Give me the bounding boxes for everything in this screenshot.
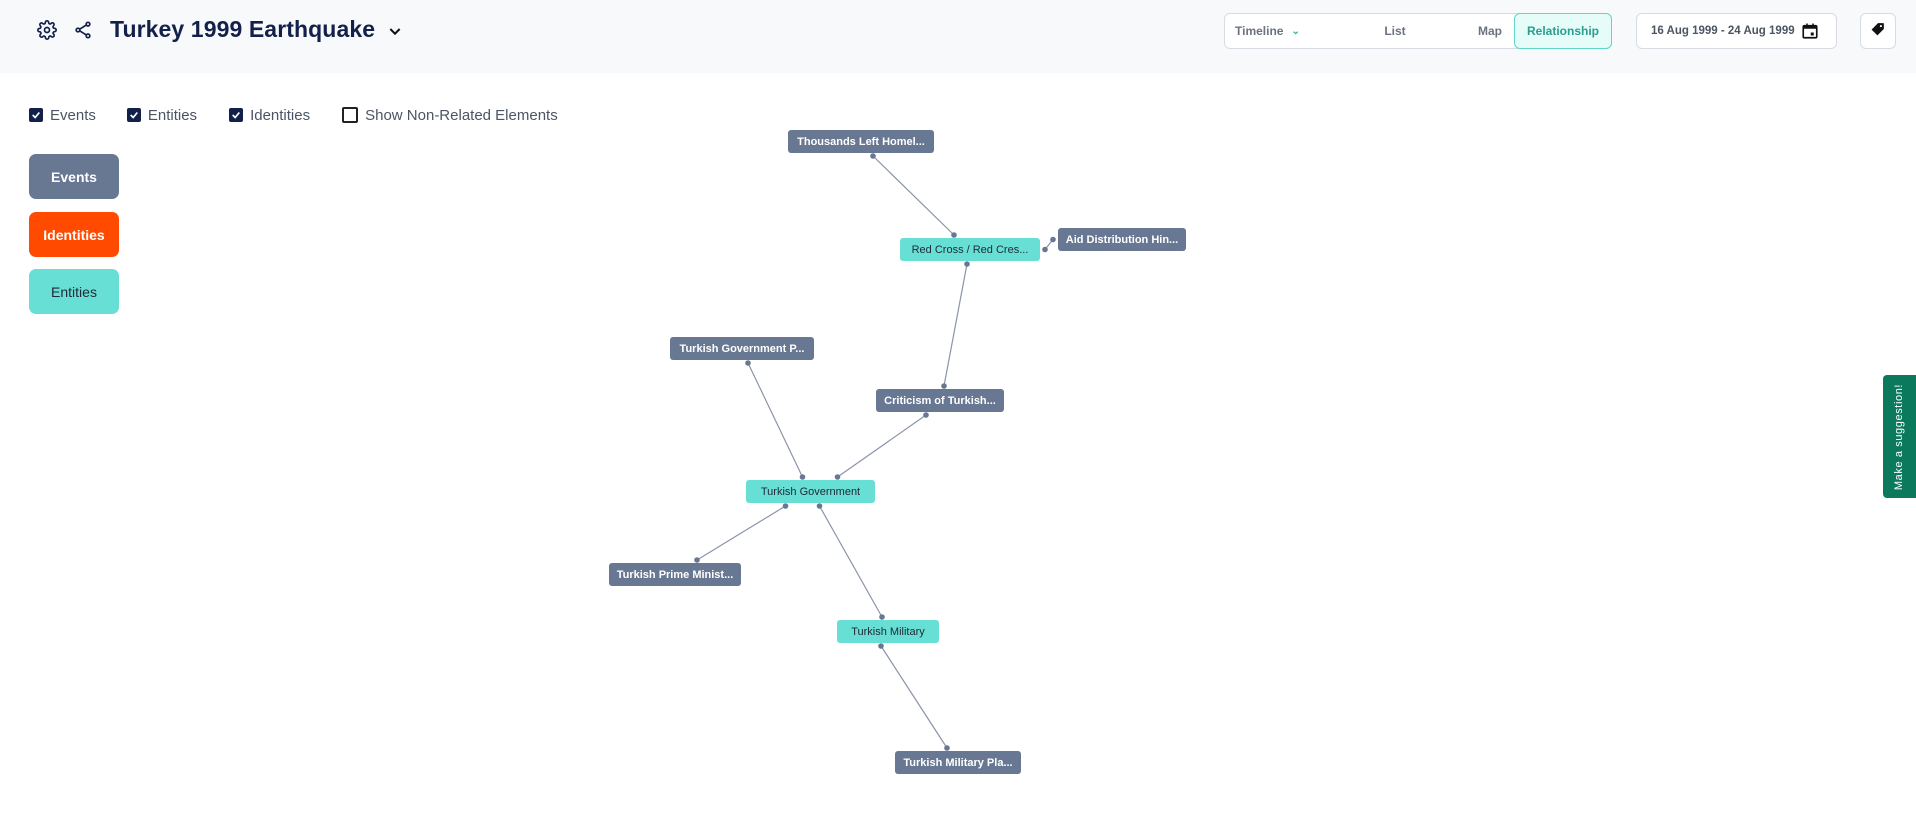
node-label: Red Cross / Red Cres... [911, 243, 1029, 256]
suggestion-label: Make a suggestion! [1893, 383, 1906, 490]
share-icon[interactable] [72, 19, 94, 41]
filter-label: Entities [147, 106, 198, 124]
tab-timeline[interactable]: Timeline ⌄ [1225, 14, 1325, 48]
checkbox-checked-icon[interactable] [229, 108, 244, 122]
filter-bar: Events Entities Identities Show Non-Rela… [29, 104, 590, 126]
page-title: Turkey 1999 Earthquake [110, 16, 376, 42]
node-label: Thousands Left Homel... [797, 135, 925, 148]
tag-button[interactable] [1860, 13, 1896, 49]
graph-node-event[interactable]: Turkish Government P... [670, 337, 814, 360]
edge-handle[interactable] [879, 614, 885, 620]
graph-node-event[interactable]: Thousands Left Homel... [788, 130, 934, 153]
chevron-down-icon: ⌄ [1291, 25, 1300, 37]
filter-label: Identities [250, 106, 311, 124]
filter-events[interactable]: Events [29, 107, 96, 124]
edge-handle[interactable] [941, 383, 947, 389]
edge-handle[interactable] [782, 503, 789, 509]
node-label: Turkish Military [851, 625, 925, 638]
graph-node-event[interactable]: Turkish Prime Minist... [609, 563, 741, 586]
edge-handle[interactable] [745, 360, 751, 366]
tab-label: Timeline [1235, 24, 1284, 38]
filter-identities[interactable]: Identities [229, 107, 310, 124]
node-label: Aid Distribution Hin... [1065, 233, 1179, 246]
filter-entities[interactable]: Entities [126, 106, 198, 124]
graph-node-entity[interactable]: Red Cross / Red Cres... [900, 238, 1040, 261]
edge-handle[interactable] [878, 643, 884, 649]
legend-identities-button[interactable]: Identities [29, 212, 119, 257]
chevron-down-icon[interactable] [384, 20, 406, 42]
checkbox-checked-icon[interactable] [29, 108, 43, 122]
gear-icon[interactable] [36, 19, 58, 41]
make-suggestion-tab[interactable]: Make a suggestion! [1883, 375, 1916, 498]
node-label: Criticism of Turkish... [884, 394, 996, 407]
edge-handle[interactable] [799, 474, 806, 480]
edge-handle[interactable] [951, 232, 957, 238]
edge-handle[interactable] [816, 503, 823, 509]
edge-handle[interactable] [944, 745, 950, 751]
tab-label: Map [1478, 24, 1502, 38]
tab-relationship[interactable]: Relationship [1514, 13, 1612, 49]
filter-label: Events [50, 106, 96, 124]
edge-handle[interactable] [870, 153, 876, 159]
edge-handle[interactable] [964, 261, 970, 267]
graph-node-event[interactable]: Turkish Military Pla... [895, 751, 1021, 774]
node-label: Turkish Government P... [679, 342, 805, 355]
node-label: Turkish Government [760, 485, 861, 498]
edge-handle[interactable] [694, 557, 700, 563]
graph-edge [880, 645, 948, 749]
node-label: Turkish Prime Minist... [616, 568, 734, 581]
calendar-icon [1801, 22, 1819, 40]
edge-handle[interactable] [1042, 246, 1048, 253]
legend-entities-button[interactable]: Entities [29, 269, 119, 314]
tab-label: Relationship [1526, 24, 1599, 38]
graph-edge [837, 414, 927, 478]
view-tabs: Timeline ⌄ List Map Relationship [1224, 13, 1612, 49]
graph-node-entity[interactable]: Turkish Government [746, 480, 875, 503]
legend-events-button[interactable]: Events [29, 154, 119, 199]
checkbox-checked-icon[interactable] [126, 108, 141, 122]
graph-node-event[interactable]: Aid Distribution Hin... [1058, 228, 1186, 251]
edge-handle[interactable] [834, 474, 841, 480]
graph-edge [696, 505, 786, 561]
graph-edge [747, 362, 804, 478]
edge-handle[interactable] [1050, 236, 1056, 243]
tab-list[interactable]: List [1345, 14, 1445, 48]
edge-handle[interactable] [923, 412, 929, 418]
date-range-label: 16 Aug 1999 - 24 Aug 1999 [1651, 25, 1795, 37]
node-label: Turkish Military Pla... [903, 756, 1013, 769]
top-bar: Turkey 1999 Earthquake Timeline ⌄ List Ma… [0, 0, 1916, 73]
date-range-picker[interactable]: 16 Aug 1999 - 24 Aug 1999 [1636, 13, 1837, 49]
graph-edge [1044, 239, 1054, 250]
checkbox-unchecked-icon[interactable] [342, 107, 359, 123]
tag-icon [1871, 22, 1885, 41]
graph-node-entity[interactable]: Turkish Military [837, 620, 939, 643]
graph-edge [818, 505, 883, 618]
filter-show-non-related[interactable]: Show Non-Related Elements [342, 107, 558, 124]
graph-edge [943, 263, 968, 387]
filter-label: Show Non-Related Elements [365, 106, 558, 124]
tab-label: List [1384, 24, 1406, 38]
graph-node-event[interactable]: Criticism of Turkish... [876, 389, 1004, 412]
graph-edge [872, 155, 955, 236]
